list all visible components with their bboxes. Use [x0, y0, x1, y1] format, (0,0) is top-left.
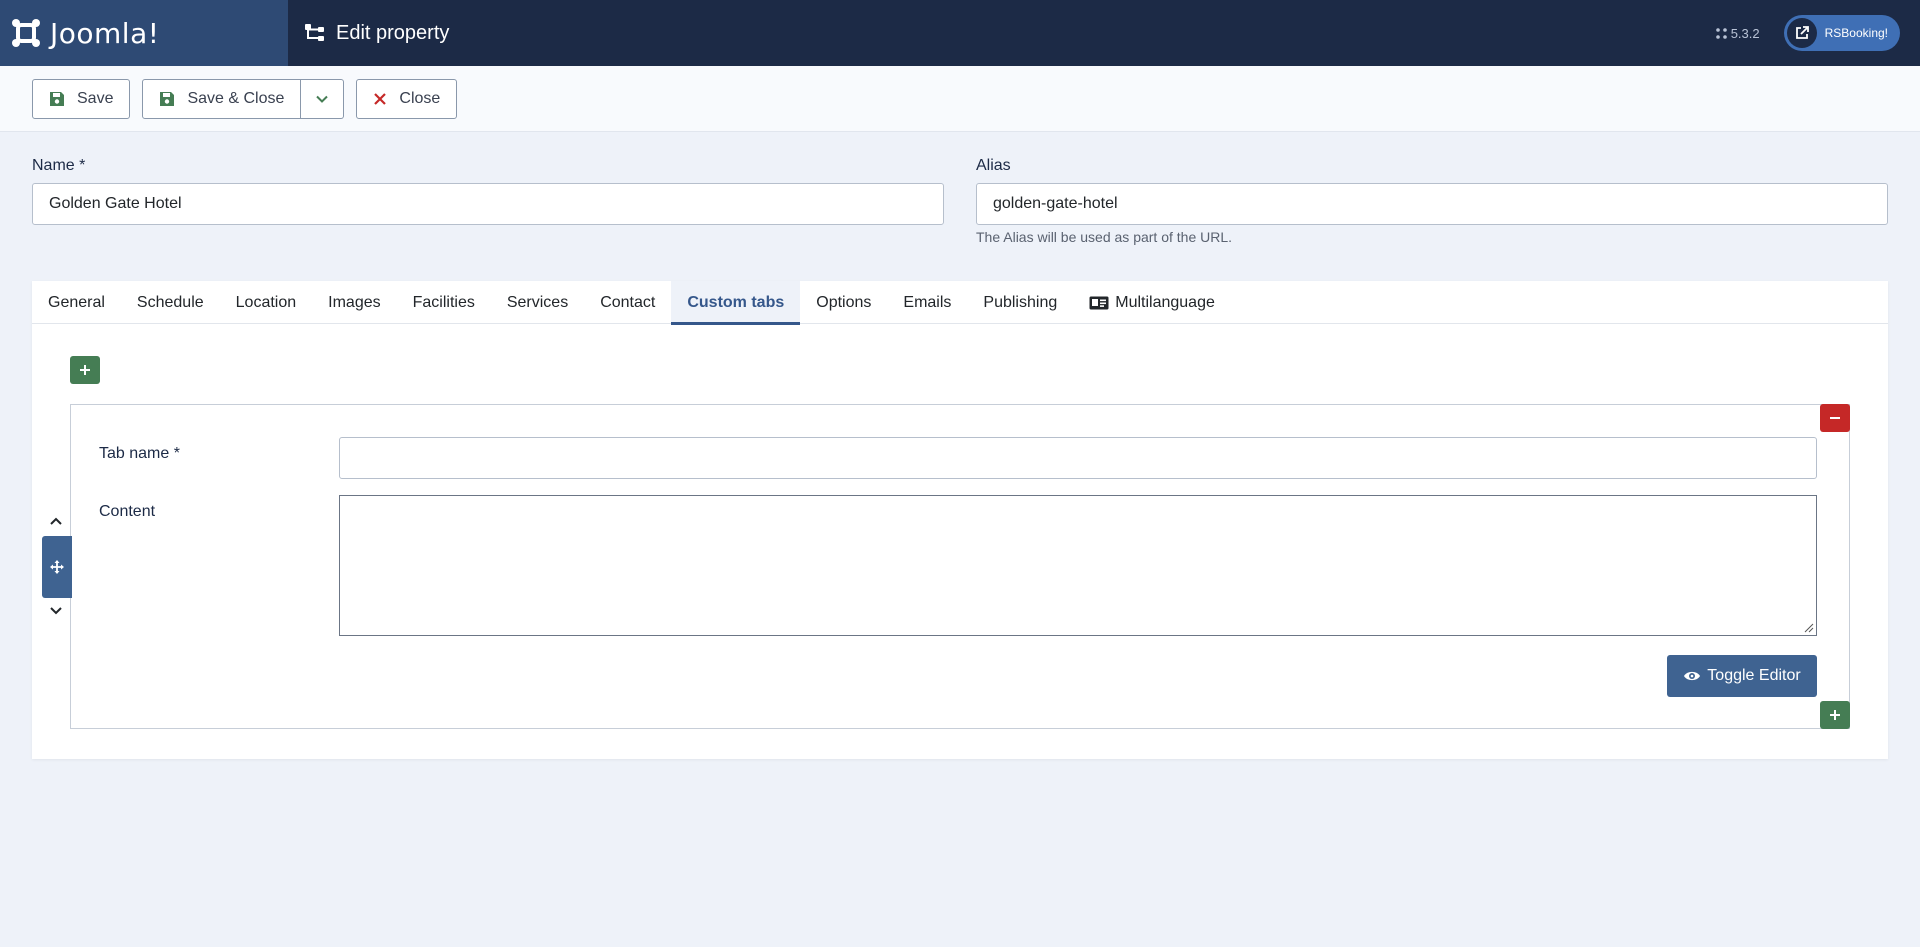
- version-info: 5.3.2: [1715, 25, 1760, 41]
- tab-name-input[interactable]: [339, 437, 1817, 479]
- tab-label: Publishing: [983, 293, 1058, 311]
- joomla-small-icon: [1715, 27, 1727, 39]
- resize-grip-icon[interactable]: [1802, 621, 1814, 633]
- version-text: 5.3.2: [1730, 25, 1760, 41]
- page-title: Edit property: [336, 21, 450, 44]
- toggle-editor-button[interactable]: Toggle Editor: [1667, 655, 1817, 697]
- site-link-button[interactable]: RSBooking!: [1783, 15, 1900, 51]
- chevron-down-icon: [50, 607, 62, 615]
- sitemap-icon: [305, 24, 324, 41]
- tab-label: Facilities: [412, 293, 475, 311]
- joomla-logo-icon: [12, 19, 40, 47]
- save-options-dropdown[interactable]: [301, 78, 345, 119]
- tabs-panel: General Schedule Location Images Facilit…: [32, 281, 1888, 759]
- save-close-label: Save & Close: [187, 89, 285, 107]
- alias-help-text: The Alias will be used as part of the UR…: [976, 229, 1233, 245]
- add-row-button[interactable]: [70, 356, 100, 384]
- drag-handle[interactable]: [42, 536, 72, 598]
- add-row-after-button[interactable]: [1820, 701, 1850, 729]
- name-label: Name *: [32, 157, 86, 174]
- tab-label: Services: [506, 293, 569, 311]
- custom-tab-row: Tab name * Content Toggle Editor: [70, 404, 1850, 729]
- save-label: Save: [77, 89, 114, 107]
- tab-options[interactable]: Options: [800, 281, 887, 324]
- remove-row-button[interactable]: [1820, 404, 1850, 432]
- tab-images[interactable]: Images: [312, 281, 396, 324]
- alias-label: Alias: [976, 157, 1011, 174]
- tab-list: General Schedule Location Images Facilit…: [32, 281, 1888, 325]
- chevron-up-icon: [50, 517, 62, 525]
- minus-icon: [1830, 417, 1840, 419]
- alias-input[interactable]: golden-gate-hotel: [976, 183, 1888, 225]
- tab-label: Multilanguage: [1115, 293, 1215, 311]
- name-value: Golden Gate Hotel: [49, 195, 182, 212]
- plus-icon: [1830, 710, 1840, 720]
- floppy-disk-icon: [160, 91, 175, 106]
- content-label: Content: [99, 503, 156, 520]
- header-right: 5.3.2 RSBooking!: [1715, 15, 1920, 51]
- tab-general[interactable]: General: [32, 281, 121, 324]
- tab-publishing[interactable]: Publishing: [967, 281, 1073, 324]
- chevron-down-icon: [316, 95, 329, 103]
- site-link-label: RSBooking!: [1824, 26, 1888, 40]
- tab-multilanguage[interactable]: Multilanguage: [1073, 281, 1231, 324]
- plus-icon: [80, 365, 90, 375]
- tab-label: Images: [328, 293, 381, 311]
- close-label: Close: [399, 89, 441, 107]
- logo-text: Joomla!: [50, 16, 160, 50]
- tab-emails[interactable]: Emails: [887, 281, 967, 324]
- joomla-logo[interactable]: Joomla!: [0, 0, 288, 66]
- tab-custom-tabs[interactable]: Custom tabs: [671, 281, 801, 325]
- tab-label: General: [48, 293, 105, 311]
- tab-label: Schedule: [136, 293, 204, 311]
- tab-schedule[interactable]: Schedule: [121, 281, 220, 324]
- tab-services[interactable]: Services: [491, 281, 584, 324]
- eye-icon: [1684, 671, 1701, 681]
- close-icon: [374, 92, 387, 105]
- app-header: Joomla! Edit property 5.3.2 RSBooking!: [0, 0, 1920, 66]
- page-title-wrap: Edit property: [304, 22, 449, 45]
- save-close-button[interactable]: Save & Close: [142, 78, 302, 119]
- close-button[interactable]: Close: [356, 78, 458, 119]
- save-close-group: Save & Close: [142, 78, 345, 119]
- tab-contact[interactable]: Contact: [584, 281, 671, 324]
- move-arrows-icon: [50, 560, 64, 574]
- language-card-icon: [1089, 296, 1109, 309]
- tab-label: Contact: [600, 293, 656, 311]
- move-up-button[interactable]: [46, 511, 66, 531]
- save-button[interactable]: Save: [32, 78, 131, 119]
- tab-label: Options: [816, 293, 872, 311]
- toolbar: Save Save & Close Close: [0, 66, 1920, 132]
- name-input[interactable]: Golden Gate Hotel: [32, 183, 944, 225]
- tab-name-label: Tab name *: [99, 445, 180, 462]
- tab-label: Emails: [903, 293, 952, 311]
- tab-facilities[interactable]: Facilities: [397, 281, 491, 324]
- external-link-icon: [1786, 18, 1817, 48]
- tab-location[interactable]: Location: [220, 281, 313, 324]
- move-down-button[interactable]: [46, 601, 66, 621]
- floppy-disk-icon: [50, 91, 64, 106]
- tab-label: Location: [235, 293, 297, 311]
- toggle-editor-label: Toggle Editor: [1707, 667, 1801, 684]
- tab-label: Custom tabs: [687, 293, 785, 311]
- content-textarea[interactable]: [339, 495, 1817, 636]
- alias-value: golden-gate-hotel: [993, 195, 1118, 212]
